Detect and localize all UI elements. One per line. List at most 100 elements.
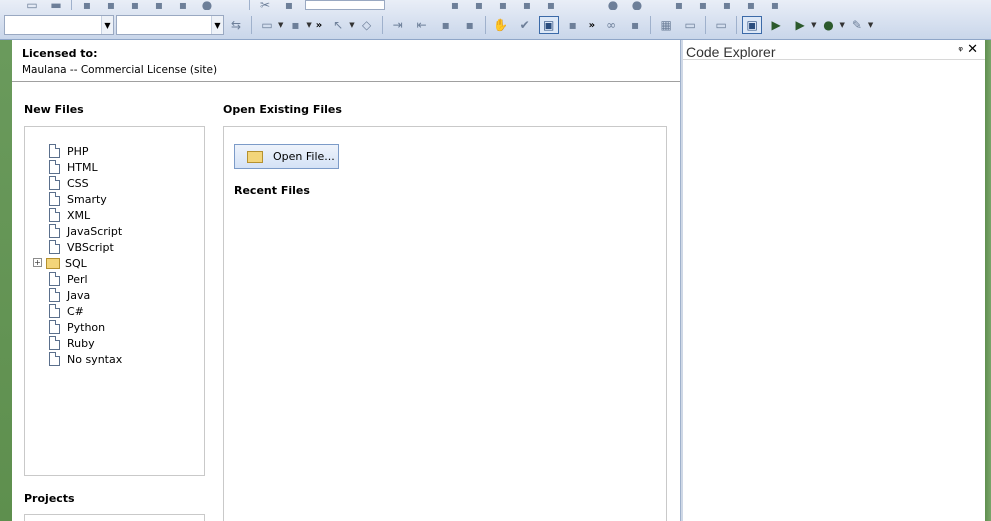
publish-icon[interactable]: ● [819,16,839,34]
new-file-css[interactable]: CSS [49,175,122,191]
new-file-smarty[interactable]: Smarty [49,191,122,207]
file-icon [49,320,60,334]
file-icon [49,352,60,366]
new-file-sql[interactable]: + SQL [33,255,122,271]
bookmark-icon[interactable]: ▪ [445,0,465,10]
toolbar-row-top: ▭ ▬ ▪ ▪ ▪ ▪ ▪ ● ✂ ▪ ▪ ▪ ▪ ▪ ▪ ● ● ▪ ▪ ▪ … [0,0,991,10]
toolbar-row-main: ▼ ▼ ⇆ ▭ ▼ ▪ ▼ » ↖ ▼ ◇ ⇥ ⇤ ▪ ▪ ✋ ✔ ▣ ▪ » ∞ ▪… [0,12,991,38]
open-existing-title: Open Existing Files [223,103,342,116]
folder-icon [46,257,60,269]
toolbar-overflow-chevron[interactable]: » [316,20,322,31]
new-file-java[interactable]: Java [49,287,122,303]
tag-icon[interactable]: ◇ [357,16,377,34]
bookmark-set-icon[interactable]: ▪ [469,0,489,10]
file-type-combo[interactable]: ▼ [4,15,114,35]
run-options-icon[interactable]: ▶ [790,16,810,34]
spell-icon[interactable]: ✔ [515,16,535,34]
file-icon [49,288,60,302]
disk-icon[interactable]: ▪ [285,16,305,34]
comment-icon[interactable]: ▪ [436,16,456,34]
new-file-javascript[interactable]: JavaScript [49,223,122,239]
close-icon[interactable]: ✕ [967,42,978,57]
code-explorer-toggle-icon[interactable]: ▣ [742,16,763,34]
settings-icon[interactable]: ● [603,0,623,10]
print-icon[interactable]: ▪ [125,0,145,10]
open-folder-icon [247,150,263,163]
projects-panel [24,514,205,521]
image-icon[interactable]: ▪ [625,16,645,34]
desktop-edge-right [985,40,991,521]
indent-icon[interactable]: ⇥ [388,16,408,34]
start-page: Licensed to: Maulana -- Commercial Licen… [12,40,680,521]
projects-title: Projects [24,492,75,505]
new-file-perl[interactable]: Perl [49,271,122,287]
copy-icon[interactable]: ▪ [149,0,169,10]
clipboard-icon[interactable]: ▪ [279,0,299,10]
new-files-title: New Files [24,103,84,116]
wrap-icon[interactable]: ⇆ [226,16,246,34]
file-icon [49,304,60,318]
outdent-icon[interactable]: ⇤ [412,16,432,34]
file-icon [49,224,60,238]
replace-icon[interactable]: ▪ [517,0,537,10]
paste-icon[interactable]: ▪ [173,0,193,10]
license-title: Licensed to: [22,47,98,60]
file-icon [49,240,60,254]
save-icon[interactable]: ▪ [77,0,97,10]
layout-icon[interactable]: ▪ [717,0,737,10]
save-all-icon[interactable]: ▪ [101,0,121,10]
file-icon [49,192,60,206]
search-combo[interactable] [305,0,385,10]
layout3-icon[interactable]: ▪ [765,0,785,10]
open-file-label: Open File... [273,150,335,163]
window2-icon[interactable]: ▪ [693,0,713,10]
chevron-down-icon: ▼ [211,16,223,34]
code-explorer-title: Code Explorer [686,44,776,60]
recent-files-title: Recent Files [234,184,310,197]
toolbar-overflow-chevron-2[interactable]: » [589,20,595,31]
new-file-php[interactable]: PHP [49,143,122,159]
license-text: Maulana -- Commercial License (site) [22,64,218,76]
code-explorer-panel: Code Explorer ᵠ ✕ [683,40,985,521]
desktop-edge-left [0,40,12,521]
file-icon [49,176,60,190]
window-icon[interactable]: ▪ [669,0,689,10]
debug-icon[interactable]: ● [627,0,647,10]
pointer-icon[interactable]: ↖ [328,16,348,34]
table-icon[interactable]: ▦ [656,16,676,34]
file-icon [49,336,60,350]
frame-icon[interactable]: ▭ [680,16,700,34]
toolbar-area: ▭ ▬ ▪ ▪ ▪ ▪ ▪ ● ✂ ▪ ▪ ▪ ▪ ▪ ▪ ● ● ▪ ▪ ▪ … [0,0,991,40]
open-file-button[interactable]: Open File... [234,144,339,169]
folder-icon[interactable]: ▭ [711,16,731,34]
new-file-ruby[interactable]: Ruby [49,335,122,351]
open-folder-icon[interactable]: ▬ [46,0,66,10]
edit-icon[interactable]: ✎ [847,16,867,34]
file-icon [49,208,60,222]
run-icon[interactable]: ▶ [766,16,786,34]
new-file-python[interactable]: Python [49,319,122,335]
new-file-no-syntax[interactable]: No syntax [49,351,122,367]
encoding-combo[interactable]: ▼ [116,15,224,35]
new-file-vbscript[interactable]: VBScript [49,239,122,255]
new-file-icon[interactable]: ▭ [22,0,42,10]
expand-icon[interactable]: + [33,258,42,267]
pin-icon[interactable]: ᵠ [958,44,963,57]
find-icon[interactable]: ▪ [493,0,513,10]
new-file-xml[interactable]: XML [49,207,122,223]
new-files-list: PHP HTML CSS Smarty XML JavaScript VBScr… [33,143,122,367]
export-icon[interactable]: ▪ [563,16,583,34]
file-icon [49,144,60,158]
file-icon [49,160,60,174]
globe-icon[interactable]: ● [197,0,217,10]
hand-icon[interactable]: ✋ [491,16,511,34]
form-icon[interactable]: ▭ [257,16,277,34]
uncomment-icon[interactable]: ▪ [460,16,480,34]
cut-icon[interactable]: ✂ [255,0,275,10]
preview-icon[interactable]: ▣ [538,16,559,34]
link-icon[interactable]: ∞ [601,16,621,34]
new-file-csharp[interactable]: C# [49,303,122,319]
undo-icon[interactable]: ▪ [541,0,561,10]
layout2-icon[interactable]: ▪ [741,0,761,10]
new-file-html[interactable]: HTML [49,159,122,175]
